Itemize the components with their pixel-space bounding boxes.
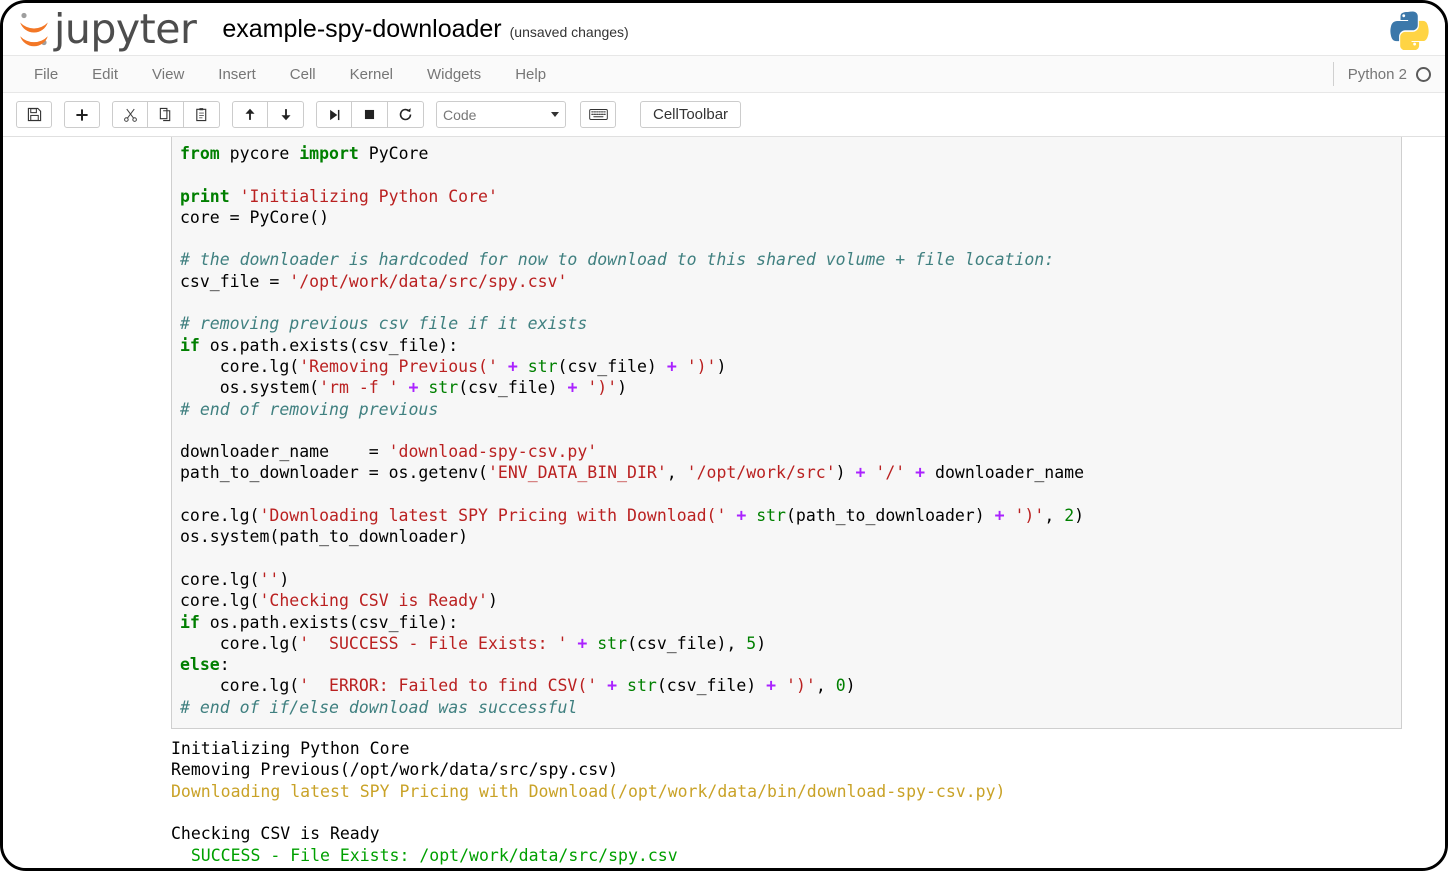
celltoolbar-label: CellToolbar: [653, 106, 729, 123]
save-status: (unsaved changes): [509, 23, 629, 40]
notebook-body[interactable]: from pycore import PyCore print 'Initial…: [3, 137, 1445, 868]
cell-type-value: Code: [443, 106, 477, 123]
output-line: Checking CSV is Ready: [171, 824, 380, 844]
keyboard-shortcuts-button[interactable]: [580, 101, 616, 128]
menu-item-edit[interactable]: Edit: [75, 60, 135, 89]
output-line: Initializing Python Core: [171, 739, 410, 759]
output-text: Initializing Python Core Removing Previo…: [171, 738, 1402, 866]
toolbar-group-shortcuts: [580, 101, 616, 128]
toolbar-group-insert: [64, 101, 100, 128]
cell-type-select[interactable]: Code: [436, 101, 566, 128]
output-stream: Initializing Python Core Removing Previo…: [171, 738, 1402, 866]
notebook-title-group: example-spy-downloader (unsaved changes): [222, 15, 628, 44]
cell-output-area: Initializing Python Core Removing Previo…: [96, 738, 1402, 866]
menu-item-kernel[interactable]: Kernel: [333, 60, 410, 89]
toolbar-group-save: [16, 101, 52, 128]
interrupt-button[interactable]: [352, 101, 388, 128]
kernel-name-label: Python 2: [1347, 65, 1407, 83]
code-cell[interactable]: from pycore import PyCore print 'Initial…: [96, 137, 1402, 866]
toolbar-group-move: [232, 101, 304, 128]
code-editor[interactable]: from pycore import PyCore print 'Initial…: [171, 137, 1402, 730]
stop-icon: [364, 109, 375, 120]
menu-item-file[interactable]: File: [17, 60, 75, 89]
toolbar-group-run: [316, 101, 424, 128]
output-line: Removing Previous(/opt/work/data/src/spy…: [171, 760, 619, 780]
output-line: Downloading latest SPY Pricing with Down…: [171, 781, 1006, 801]
notebook-window: jupyter example-spy-downloader (unsaved …: [0, 0, 1448, 871]
menu-bar: File Edit View Insert Cell Kernel Widget…: [3, 55, 1445, 93]
celltoolbar-button[interactable]: CellToolbar: [640, 101, 742, 128]
menu-item-cell[interactable]: Cell: [273, 60, 333, 89]
menu-item-insert[interactable]: Insert: [201, 60, 273, 89]
insert-cell-button[interactable]: [64, 101, 100, 128]
notebook-toolbar: Code CellToolbar: [3, 93, 1445, 137]
menu-item-widgets[interactable]: Widgets: [410, 60, 498, 89]
menu-item-view[interactable]: View: [135, 60, 201, 89]
move-cell-down-button[interactable]: [268, 101, 304, 128]
keyboard-icon: [588, 109, 608, 120]
arrow-up-icon: [245, 108, 255, 120]
code-source[interactable]: from pycore import PyCore print 'Initial…: [180, 137, 1393, 718]
paste-cell-button[interactable]: [184, 101, 220, 128]
output-line: SUCCESS - File Exists: /opt/work/data/sr…: [171, 845, 678, 865]
run-icon: [329, 109, 339, 120]
notebook-header: jupyter example-spy-downloader (unsaved …: [3, 3, 1445, 55]
menu-item-help[interactable]: Help: [498, 60, 563, 89]
move-cell-up-button[interactable]: [232, 101, 268, 128]
paste-icon: [196, 108, 207, 122]
plus-icon: [76, 108, 88, 121]
copy-icon: [159, 107, 171, 122]
jupyter-wordmark: jupyter: [54, 5, 197, 53]
notebook-name[interactable]: example-spy-downloader: [222, 15, 501, 44]
chevron-down-icon: [551, 112, 559, 117]
run-cell-button[interactable]: [316, 101, 352, 128]
kernel-indicator: Python 2: [1332, 62, 1431, 86]
kernel-status-idle-icon[interactable]: [1416, 66, 1431, 82]
save-button[interactable]: [16, 101, 52, 128]
python-logo-icon: [1390, 11, 1429, 50]
restart-icon: [399, 108, 412, 121]
cell-input-area: from pycore import PyCore print 'Initial…: [96, 137, 1402, 730]
restart-kernel-button[interactable]: [388, 101, 424, 128]
input-prompt: [96, 137, 171, 141]
scissors-icon: [123, 108, 137, 122]
jupyter-planet-logo-icon: [20, 12, 48, 47]
toolbar-group-clipboard: [112, 101, 220, 128]
cut-cell-button[interactable]: [112, 101, 148, 128]
jupyter-logo[interactable]: jupyter: [17, 5, 197, 53]
copy-cell-button[interactable]: [148, 101, 184, 128]
floppy-disk-icon: [27, 107, 41, 122]
arrow-down-icon: [280, 109, 291, 121]
